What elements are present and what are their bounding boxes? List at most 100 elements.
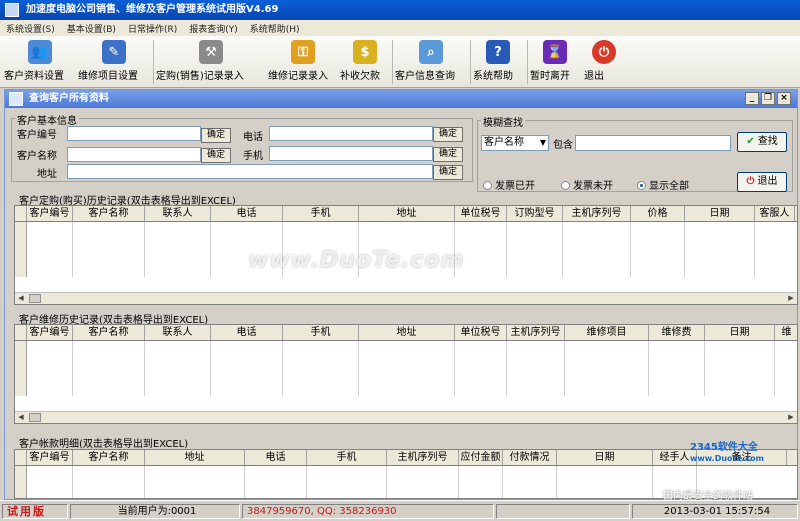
col-header[interactable]: 电话 <box>245 450 307 465</box>
col-header[interactable]: 客户名称 <box>73 206 145 221</box>
scroll-right-icon[interactable]: ▶ <box>785 413 797 422</box>
col-header[interactable]: 单位税号 <box>455 325 507 340</box>
address-confirm-button[interactable]: 确定 <box>433 165 463 180</box>
menu-daily-ops[interactable]: 日常操作(R) <box>128 22 177 35</box>
col-header[interactable]: 手机 <box>283 206 359 221</box>
contains-label: 包含 <box>553 140 573 151</box>
child-window-title: 查询客户所有资料 <box>29 93 109 104</box>
key-icon: ⚿ <box>291 40 315 64</box>
row-indicator-header <box>15 325 27 340</box>
table-row[interactable] <box>15 341 797 396</box>
col-header[interactable]: 日期 <box>557 450 653 465</box>
col-header[interactable]: 价格 <box>631 206 685 221</box>
row-indicator <box>15 222 27 277</box>
toolbar-help-button[interactable]: ? 系统帮助 <box>473 38 523 86</box>
col-header[interactable]: 单位税号 <box>455 206 507 221</box>
col-header[interactable]: 客户编号 <box>27 206 73 221</box>
col-header[interactable]: 日期 <box>685 206 755 221</box>
scroll-right-icon[interactable]: ▶ <box>785 294 797 303</box>
col-header[interactable]: 主机序列号 <box>387 450 459 465</box>
scroll-thumb[interactable] <box>29 413 41 422</box>
menu-help[interactable]: 系统帮助(H) <box>250 22 300 35</box>
col-header[interactable]: 地址 <box>359 325 455 340</box>
search-button[interactable]: ✔ 查找 <box>737 132 787 152</box>
col-header[interactable]: 客户编号 <box>27 325 73 340</box>
minimize-button[interactable]: _ <box>745 92 759 105</box>
col-header[interactable]: 客户名称 <box>73 450 145 465</box>
toolbar: 👥 客户资料设置 ✎ 维修项目设置 ⚒ 定购(销售)记录录入 ⚿ 维修记录录入 … <box>0 36 800 88</box>
customer-name-confirm-button[interactable]: 确定 <box>201 148 231 163</box>
repairs-hscroll[interactable]: ◀ ▶ <box>15 411 797 423</box>
col-header[interactable]: 联系人 <box>145 206 211 221</box>
radio-invoice-issued[interactable]: 发票已开 <box>483 177 535 192</box>
col-header[interactable]: 应付金额 <box>459 450 503 465</box>
radio-circle <box>483 181 492 190</box>
col-header[interactable]: 订购型号 <box>507 206 563 221</box>
col-header[interactable]: 电话 <box>211 325 283 340</box>
customer-name-input[interactable] <box>67 147 201 162</box>
toolbar-order-entry-button[interactable]: ⚒ 定购(销售)记录录入 <box>156 38 266 86</box>
toolbar-away-button[interactable]: ⌛ 暂时离开 <box>530 38 580 86</box>
menu-system-settings[interactable]: 系统设置(S) <box>6 22 55 35</box>
mobile-confirm-button[interactable]: 确定 <box>433 147 463 162</box>
orders-hscroll[interactable]: ◀ ▶ <box>15 292 797 304</box>
col-header[interactable]: 手机 <box>307 450 387 465</box>
repairs-grid[interactable]: 客户编号 客户名称 联系人 电话 手机 地址 单位税号 主机序列号 维修项目 维… <box>14 324 798 424</box>
radio-show-all[interactable]: 显示全部 <box>637 177 689 192</box>
users-gear-icon: 👥 <box>28 40 52 64</box>
customer-no-input[interactable] <box>67 126 201 141</box>
toolbar-collect-debt-button[interactable]: $ 补收欠款 <box>340 38 390 86</box>
toolbar-repair-items-button[interactable]: ✎ 维修项目设置 <box>78 38 150 86</box>
address-input[interactable] <box>67 164 433 179</box>
mobile-input[interactable] <box>269 146 433 161</box>
menu-basic-settings[interactable]: 基本设置(B) <box>67 22 116 35</box>
close-button[interactable]: × <box>777 92 791 105</box>
scroll-left-icon[interactable]: ◀ <box>15 294 27 303</box>
col-header[interactable]: 维 <box>775 325 797 340</box>
phone-label: 电话 <box>243 132 263 143</box>
col-header[interactable]: 维修项目 <box>565 325 649 340</box>
orders-header: 客户编号 客户名称 联系人 电话 手机 地址 单位税号 订购型号 主机序列号 价… <box>15 206 797 222</box>
toolbar-separator <box>392 40 393 84</box>
col-header[interactable]: 客户名称 <box>73 325 145 340</box>
row-indicator-header <box>15 450 27 465</box>
status-empty <box>496 504 630 519</box>
exit-button[interactable]: ⏻ 退出 <box>737 172 787 192</box>
radio-invoice-not-issued[interactable]: 发票未开 <box>561 177 613 192</box>
toolbar-separator <box>527 40 528 84</box>
toolbar-customer-settings-button[interactable]: 👥 客户资料设置 <box>4 38 76 86</box>
toolbar-repair-entry-button[interactable]: ⚿ 维修记录录入 <box>268 38 338 86</box>
accounts-header: 客户编号 客户名称 地址 电话 手机 主机序列号 应付金额 付款情况 日期 经手… <box>15 450 797 466</box>
radio-circle <box>561 181 570 190</box>
basic-info-title: 客户基本信息 <box>15 112 79 127</box>
scroll-thumb[interactable] <box>29 294 41 303</box>
col-header[interactable]: 客户编号 <box>27 450 73 465</box>
check-icon: ✔ <box>746 136 755 147</box>
toolbar-exit-button[interactable]: ⏻ 退出 <box>584 38 624 86</box>
phone-input[interactable] <box>269 126 433 141</box>
col-header[interactable]: 主机序列号 <box>563 206 631 221</box>
customer-no-confirm-button[interactable]: 确定 <box>201 128 231 143</box>
app-icon <box>5 3 19 17</box>
col-header[interactable]: 地址 <box>359 206 455 221</box>
col-header[interactable]: 日期 <box>705 325 775 340</box>
col-header[interactable]: 联系人 <box>145 325 211 340</box>
menu-reports[interactable]: 报表查询(Y) <box>189 22 238 35</box>
magnifier-icon: ⌕ <box>419 40 443 64</box>
col-header[interactable]: 客服人 <box>755 206 795 221</box>
col-header[interactable]: 手机 <box>283 325 359 340</box>
col-header[interactable]: 电话 <box>211 206 283 221</box>
col-header[interactable]: 付款情况 <box>503 450 557 465</box>
restore-button[interactable]: ❐ <box>761 92 775 105</box>
contains-input[interactable] <box>575 135 731 151</box>
toolbar-customer-query-button[interactable]: ⌕ 客户信息查询 <box>395 38 467 86</box>
col-header[interactable]: 主机序列号 <box>507 325 565 340</box>
trial-badge: 试用版 <box>2 504 68 519</box>
scroll-left-icon[interactable]: ◀ <box>15 413 27 422</box>
phone-confirm-button[interactable]: 确定 <box>433 127 463 142</box>
col-header[interactable]: 维修费 <box>649 325 705 340</box>
col-header[interactable]: 地址 <box>145 450 245 465</box>
field-select[interactable]: 客户名称 ▼ <box>481 135 549 151</box>
hourglass-icon: ⌛ <box>543 40 567 64</box>
fuzzy-search-title: 模糊查找 <box>481 114 525 129</box>
